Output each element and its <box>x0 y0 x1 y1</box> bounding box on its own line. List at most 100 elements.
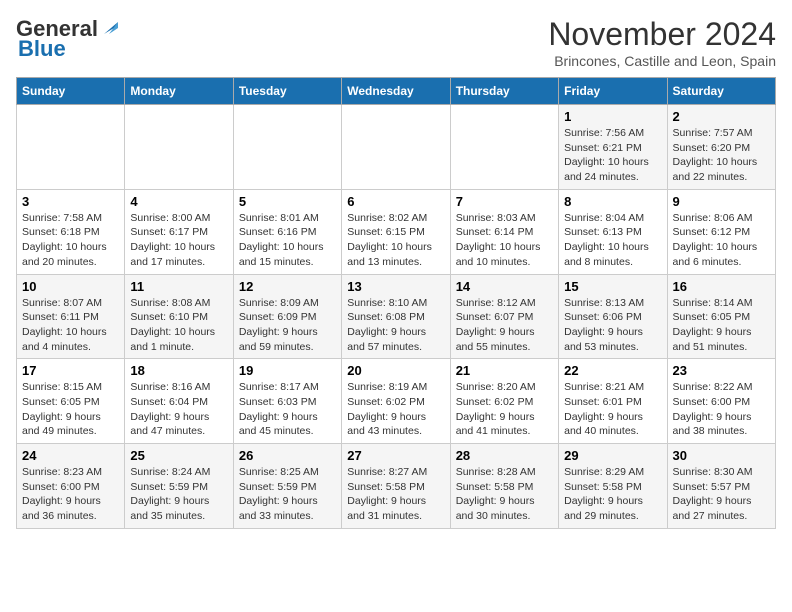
day-cell: 17 Sunrise: 8:15 AMSunset: 6:05 PMDayligh… <box>17 359 125 444</box>
header-friday: Friday <box>559 78 667 105</box>
day-cell: 28 Sunrise: 8:28 AMSunset: 5:58 PMDayligh… <box>450 444 558 529</box>
day-number: 7 <box>456 194 553 209</box>
day-cell <box>450 105 558 190</box>
day-cell: 16Sunrise: 8:14 AMSunset: 6:05 PMDayligh… <box>667 274 775 359</box>
day-number: 21 <box>456 363 553 378</box>
week-row-4: 24Sunrise: 8:23 AMSunset: 6:00 PMDayligh… <box>17 444 776 529</box>
day-cell: 15 Sunrise: 8:13 AMSunset: 6:06 PMDayligh… <box>559 274 667 359</box>
day-info: Sunrise: 8:22 AMSunset: 6:00 PMDaylight:… <box>673 380 770 439</box>
day-number: 14 <box>456 279 553 294</box>
week-row-1: 3Sunrise: 7:58 AMSunset: 6:18 PMDaylight… <box>17 189 776 274</box>
calendar-header: Sunday Monday Tuesday Wednesday Thursday… <box>17 78 776 105</box>
day-cell: 25 Sunrise: 8:24 AMSunset: 5:59 PMDayligh… <box>125 444 233 529</box>
day-cell: 26 Sunrise: 8:25 AMSunset: 5:59 PMDayligh… <box>233 444 341 529</box>
day-cell: 9Sunrise: 8:06 AMSunset: 6:12 PMDaylight… <box>667 189 775 274</box>
day-info: Sunrise: 8:01 AMSunset: 6:16 PMDaylight:… <box>239 211 336 270</box>
day-info: Sunrise: 8:00 AMSunset: 6:17 PMDaylight:… <box>130 211 227 270</box>
day-number: 4 <box>130 194 227 209</box>
day-cell: 22 Sunrise: 8:21 AMSunset: 6:01 PMDayligh… <box>559 359 667 444</box>
day-info: Sunrise: 8:10 AMSunset: 6:08 PMDaylight:… <box>347 296 444 355</box>
page-header: General Blue November 2024 Brincones, Ca… <box>16 16 776 69</box>
header-row: Sunday Monday Tuesday Wednesday Thursday… <box>17 78 776 105</box>
day-number: 22 <box>564 363 661 378</box>
day-number: 18 <box>130 363 227 378</box>
day-number: 16 <box>673 279 770 294</box>
day-cell: 7 Sunrise: 8:03 AMSunset: 6:14 PMDaylight… <box>450 189 558 274</box>
day-info: Sunrise: 8:06 AMSunset: 6:12 PMDaylight:… <box>673 211 770 270</box>
day-info: Sunrise: 7:56 AMSunset: 6:21 PMDaylight:… <box>564 126 661 185</box>
day-info: Sunrise: 8:07 AMSunset: 6:11 PMDaylight:… <box>22 296 119 355</box>
header-wednesday: Wednesday <box>342 78 450 105</box>
day-info: Sunrise: 8:03 AMSunset: 6:14 PMDaylight:… <box>456 211 553 270</box>
day-number: 2 <box>673 109 770 124</box>
logo-text-blue: Blue <box>18 36 66 62</box>
day-cell: 10 Sunrise: 8:07 AMSunset: 6:11 PMDayligh… <box>17 274 125 359</box>
day-number: 8 <box>564 194 661 209</box>
day-info: Sunrise: 8:20 AMSunset: 6:02 PMDaylight:… <box>456 380 553 439</box>
day-info: Sunrise: 8:12 AMSunset: 6:07 PMDaylight:… <box>456 296 553 355</box>
week-row-2: 10 Sunrise: 8:07 AMSunset: 6:11 PMDayligh… <box>17 274 776 359</box>
day-cell: 5 Sunrise: 8:01 AMSunset: 6:16 PMDaylight… <box>233 189 341 274</box>
day-info: Sunrise: 8:19 AMSunset: 6:02 PMDaylight:… <box>347 380 444 439</box>
month-title: November 2024 <box>548 16 776 53</box>
header-tuesday: Tuesday <box>233 78 341 105</box>
header-saturday: Saturday <box>667 78 775 105</box>
day-number: 10 <box>22 279 119 294</box>
day-cell: 20 Sunrise: 8:19 AMSunset: 6:02 PMDayligh… <box>342 359 450 444</box>
day-info: Sunrise: 8:13 AMSunset: 6:06 PMDaylight:… <box>564 296 661 355</box>
header-sunday: Sunday <box>17 78 125 105</box>
day-number: 29 <box>564 448 661 463</box>
day-cell: 2 Sunrise: 7:57 AMSunset: 6:20 PMDaylight… <box>667 105 775 190</box>
day-info: Sunrise: 7:58 AMSunset: 6:18 PMDaylight:… <box>22 211 119 270</box>
day-cell: 1 Sunrise: 7:56 AMSunset: 6:21 PMDaylight… <box>559 105 667 190</box>
day-cell: 14 Sunrise: 8:12 AMSunset: 6:07 PMDayligh… <box>450 274 558 359</box>
day-info: Sunrise: 8:25 AMSunset: 5:59 PMDaylight:… <box>239 465 336 524</box>
day-cell <box>125 105 233 190</box>
day-cell: 27Sunrise: 8:27 AMSunset: 5:58 PMDayligh… <box>342 444 450 529</box>
day-number: 23 <box>673 363 770 378</box>
day-info: Sunrise: 8:21 AMSunset: 6:01 PMDaylight:… <box>564 380 661 439</box>
day-number: 25 <box>130 448 227 463</box>
header-monday: Monday <box>125 78 233 105</box>
day-number: 6 <box>347 194 444 209</box>
day-cell <box>233 105 341 190</box>
day-number: 20 <box>347 363 444 378</box>
day-cell: 30 Sunrise: 8:30 AMSunset: 5:57 PMDayligh… <box>667 444 775 529</box>
day-number: 26 <box>239 448 336 463</box>
day-info: Sunrise: 8:23 AMSunset: 6:00 PMDaylight:… <box>22 465 119 524</box>
day-number: 1 <box>564 109 661 124</box>
day-info: Sunrise: 8:28 AMSunset: 5:58 PMDaylight:… <box>456 465 553 524</box>
week-row-3: 17 Sunrise: 8:15 AMSunset: 6:05 PMDayligh… <box>17 359 776 444</box>
day-info: Sunrise: 8:24 AMSunset: 5:59 PMDaylight:… <box>130 465 227 524</box>
day-info: Sunrise: 8:30 AMSunset: 5:57 PMDaylight:… <box>673 465 770 524</box>
day-cell: 3Sunrise: 7:58 AMSunset: 6:18 PMDaylight… <box>17 189 125 274</box>
day-info: Sunrise: 8:08 AMSunset: 6:10 PMDaylight:… <box>130 296 227 355</box>
day-number: 19 <box>239 363 336 378</box>
day-cell: 11 Sunrise: 8:08 AMSunset: 6:10 PMDayligh… <box>125 274 233 359</box>
day-cell: 21 Sunrise: 8:20 AMSunset: 6:02 PMDayligh… <box>450 359 558 444</box>
day-number: 5 <box>239 194 336 209</box>
header-thursday: Thursday <box>450 78 558 105</box>
calendar-table: Sunday Monday Tuesday Wednesday Thursday… <box>16 77 776 529</box>
day-info: Sunrise: 8:29 AMSunset: 5:58 PMDaylight:… <box>564 465 661 524</box>
calendar-body: 1 Sunrise: 7:56 AMSunset: 6:21 PMDaylight… <box>17 105 776 529</box>
day-cell: 23 Sunrise: 8:22 AMSunset: 6:00 PMDayligh… <box>667 359 775 444</box>
subtitle: Brincones, Castille and Leon, Spain <box>548 53 776 69</box>
day-cell <box>342 105 450 190</box>
day-cell: 24Sunrise: 8:23 AMSunset: 6:00 PMDayligh… <box>17 444 125 529</box>
day-number: 30 <box>673 448 770 463</box>
day-info: Sunrise: 7:57 AMSunset: 6:20 PMDaylight:… <box>673 126 770 185</box>
day-number: 11 <box>130 279 227 294</box>
day-cell: 6Sunrise: 8:02 AMSunset: 6:15 PMDaylight… <box>342 189 450 274</box>
day-info: Sunrise: 8:17 AMSunset: 6:03 PMDaylight:… <box>239 380 336 439</box>
day-cell: 29 Sunrise: 8:29 AMSunset: 5:58 PMDayligh… <box>559 444 667 529</box>
day-number: 28 <box>456 448 553 463</box>
day-info: Sunrise: 8:09 AMSunset: 6:09 PMDaylight:… <box>239 296 336 355</box>
day-info: Sunrise: 8:15 AMSunset: 6:05 PMDaylight:… <box>22 380 119 439</box>
day-number: 15 <box>564 279 661 294</box>
logo-icon <box>100 20 118 38</box>
day-cell: 13Sunrise: 8:10 AMSunset: 6:08 PMDayligh… <box>342 274 450 359</box>
day-number: 17 <box>22 363 119 378</box>
logo: General Blue <box>16 16 118 62</box>
day-cell: 19 Sunrise: 8:17 AMSunset: 6:03 PMDayligh… <box>233 359 341 444</box>
